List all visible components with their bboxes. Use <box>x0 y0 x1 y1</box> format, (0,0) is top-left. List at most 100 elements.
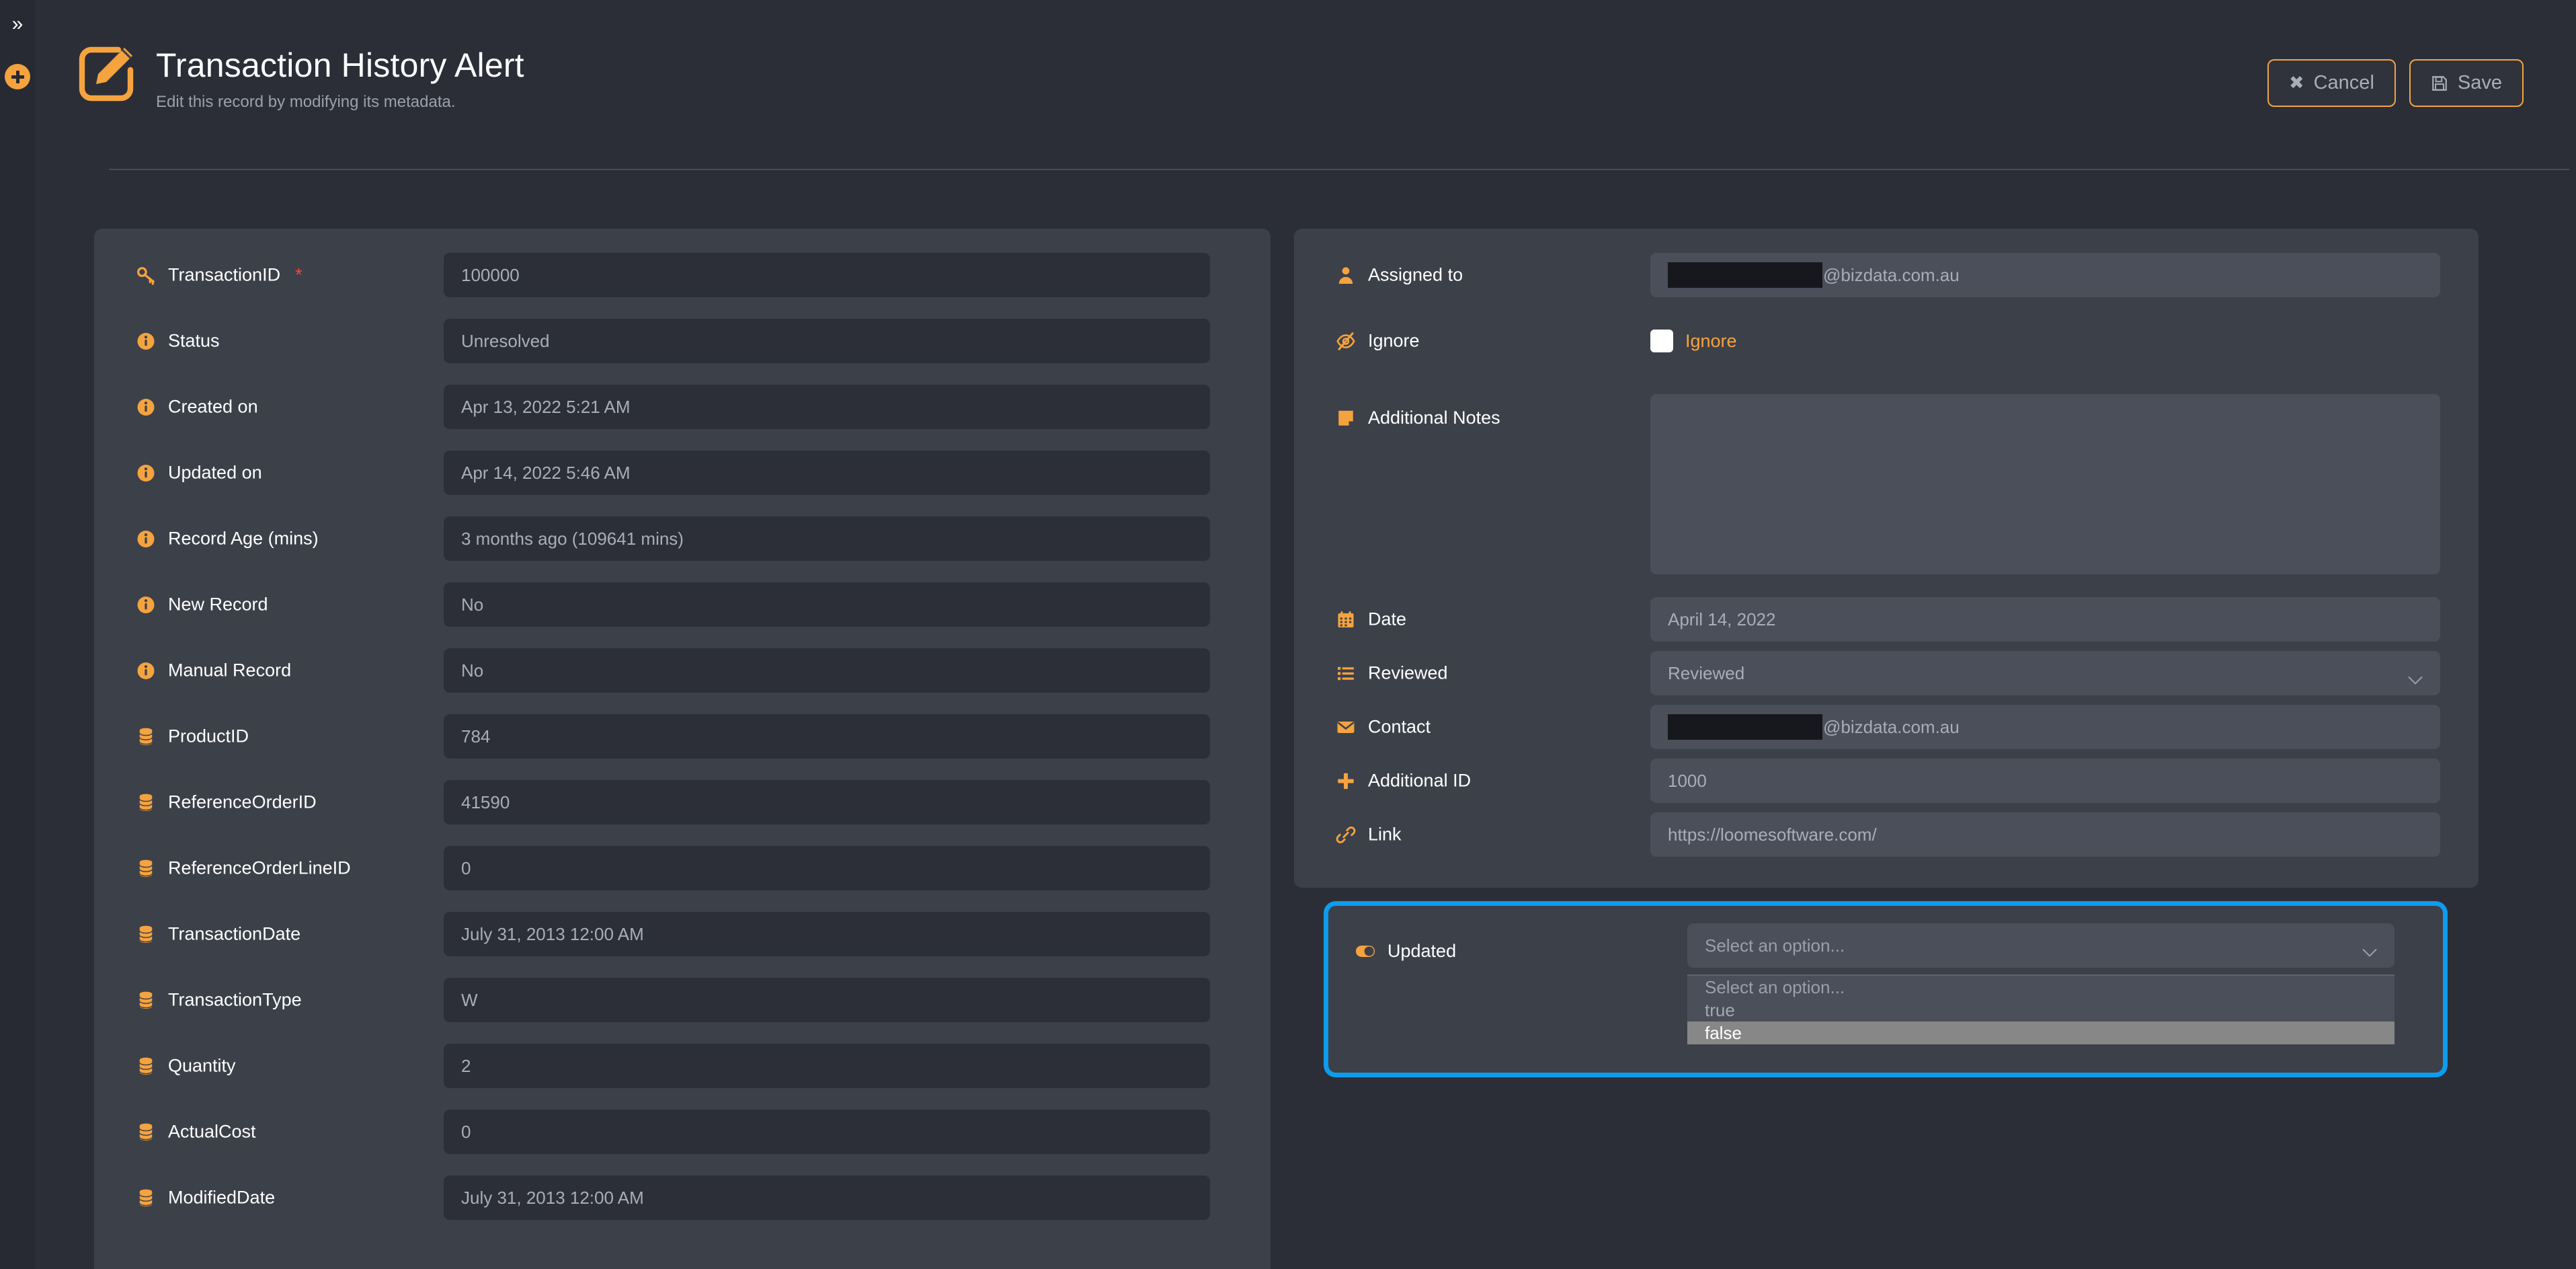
field-label: New Record <box>136 594 268 615</box>
form-row: Record Age (mins) 3 months ago (109641 mi… <box>94 506 1271 572</box>
updated-select-option[interactable]: Select an option... <box>1687 976 2394 999</box>
header-text: Transaction History Alert Edit this reco… <box>156 42 524 112</box>
field-input[interactable]: 3 months ago (109641 mins) <box>444 516 1210 561</box>
field-label: TransactionDate <box>136 924 300 945</box>
ignore-checkbox-wrap: Ignore <box>1650 330 1737 352</box>
updated-select-option[interactable]: false <box>1687 1022 2394 1044</box>
app-root: » Transaction History Alert Edit this re… <box>0 0 2576 1269</box>
close-x-icon: ✖ <box>2288 73 2304 93</box>
eye-slash-icon <box>1336 331 1356 351</box>
field-input[interactable]: 2 <box>444 1044 1210 1088</box>
reviewed-select[interactable]: Reviewed <box>1650 651 2440 695</box>
field-label: Contact <box>1336 717 1431 738</box>
field-label-text: Assigned to <box>1368 264 1463 285</box>
ignore-checkbox[interactable] <box>1650 330 1673 352</box>
cancel-button-label: Cancel <box>2313 72 2374 93</box>
field-label: Record Age (mins) <box>136 529 319 549</box>
field-label: Updated on <box>136 463 262 484</box>
envelope-icon <box>1336 717 1356 737</box>
field-label: Status <box>136 331 220 352</box>
user-icon <box>1336 265 1356 285</box>
field-input[interactable]: July 31, 2013 12:00 AM <box>444 1176 1210 1220</box>
contact-input[interactable]: @bizdata.com.au <box>1650 705 2440 749</box>
updated-label-text: Updated <box>1387 941 1457 961</box>
field-label: ModifiedDate <box>136 1188 275 1208</box>
form-row: ProductID 784 <box>94 703 1271 769</box>
floppy-disk-icon <box>2431 75 2448 92</box>
plus-icon <box>1336 771 1356 791</box>
field-input[interactable]: Unresolved <box>444 319 1210 363</box>
form-row: Created on Apr 13, 2022 5:21 AM <box>94 374 1271 440</box>
plus-vertical <box>15 70 19 83</box>
field-input[interactable]: 0 <box>444 846 1210 890</box>
field-label-text: Link <box>1368 824 1402 845</box>
field-input[interactable]: No <box>444 648 1210 693</box>
header-title-block: Transaction History Alert Edit this reco… <box>74 42 524 112</box>
field-input[interactable]: July 31, 2013 12:00 AM <box>444 912 1210 956</box>
field-label: ProductID <box>136 726 249 747</box>
edit-record-icon <box>74 42 138 106</box>
field-input[interactable]: 0 <box>444 1110 1210 1154</box>
form-row: Manual Record No <box>94 638 1271 703</box>
field-input[interactable]: No <box>444 582 1210 627</box>
header-actions: ✖ Cancel Save <box>2267 59 2524 107</box>
form-row: Ignore Ignore <box>1294 308 2479 374</box>
save-button[interactable]: Save <box>2409 59 2524 107</box>
field-label: Created on <box>136 397 258 418</box>
header-divider <box>109 169 2569 170</box>
assigned-to-input[interactable]: @bizdata.com.au <box>1650 253 2440 297</box>
additional-notes-textarea[interactable] <box>1650 394 2440 574</box>
database-icon <box>136 1056 156 1076</box>
additional-id-input[interactable]: 1000 <box>1650 759 2440 803</box>
info-icon <box>136 331 156 351</box>
field-input[interactable]: 784 <box>444 714 1210 759</box>
right-form-panel: Assigned to @bizdata.com.au Ignore Ignore Ad… <box>1294 229 2479 888</box>
sticky-note-icon <box>1336 408 1356 428</box>
field-label: Reviewed <box>1336 663 1448 684</box>
date-input[interactable]: April 14, 2022 <box>1650 597 2440 642</box>
plus-circle-icon[interactable] <box>5 64 30 89</box>
updated-select-value: Select an option... <box>1705 935 1845 956</box>
link-input[interactable]: https://loomesoftware.com/ <box>1650 812 2440 857</box>
field-label-text: ModifiedDate <box>168 1187 276 1208</box>
field-label-text: Reviewed <box>1368 662 1448 683</box>
database-icon <box>136 990 156 1010</box>
database-icon <box>136 1188 156 1208</box>
field-label: TransactionID * <box>136 265 303 286</box>
field-input[interactable]: 41590 <box>444 780 1210 824</box>
field-label-text: ProductID <box>168 726 249 746</box>
field-label-text: Quantity <box>168 1055 236 1076</box>
field-label: Link <box>1336 824 1402 845</box>
updated-field-highlight: Updated Select an option... Select an op… <box>1324 901 2448 1077</box>
field-label: ReferenceOrderLineID <box>136 858 351 879</box>
chevron-down-icon <box>2408 669 2423 685</box>
field-input[interactable]: Apr 13, 2022 5:21 AM <box>444 385 1210 429</box>
page-title: Transaction History Alert <box>156 46 524 84</box>
field-label-text: Record Age (mins) <box>168 528 319 549</box>
field-label-text: ActualCost <box>168 1121 256 1142</box>
field-input[interactable]: W <box>444 978 1210 1022</box>
database-icon <box>136 726 156 746</box>
form-row: ReferenceOrderLineID 0 <box>94 835 1271 901</box>
field-label: TransactionType <box>136 990 302 1011</box>
info-icon <box>136 594 156 615</box>
field-input[interactable]: 100000 <box>444 253 1210 297</box>
form-row: ModifiedDate July 31, 2013 12:00 AM <box>94 1165 1271 1231</box>
key-icon <box>136 265 156 285</box>
form-row: TransactionDate July 31, 2013 12:00 AM <box>94 901 1271 967</box>
updated-select-menu[interactable]: Select an option... true false <box>1687 974 2394 1044</box>
updated-select-option[interactable]: true <box>1687 999 2394 1022</box>
field-label-text: Date <box>1368 609 1407 629</box>
cancel-button[interactable]: ✖ Cancel <box>2267 59 2396 107</box>
double-chevron-right-icon[interactable]: » <box>5 12 30 36</box>
field-label: ActualCost <box>136 1122 256 1143</box>
database-icon <box>136 792 156 812</box>
field-label: ReferenceOrderID <box>136 792 317 813</box>
database-icon <box>136 924 156 944</box>
field-label-text: Additional Notes <box>1368 408 1500 428</box>
email-domain-suffix: @bizdata.com.au <box>1823 716 1960 737</box>
info-icon <box>136 397 156 417</box>
updated-select[interactable]: Select an option... <box>1687 923 2394 968</box>
form-row: ActualCost 0 <box>94 1099 1271 1165</box>
field-input[interactable]: Apr 14, 2022 5:46 AM <box>444 451 1210 495</box>
